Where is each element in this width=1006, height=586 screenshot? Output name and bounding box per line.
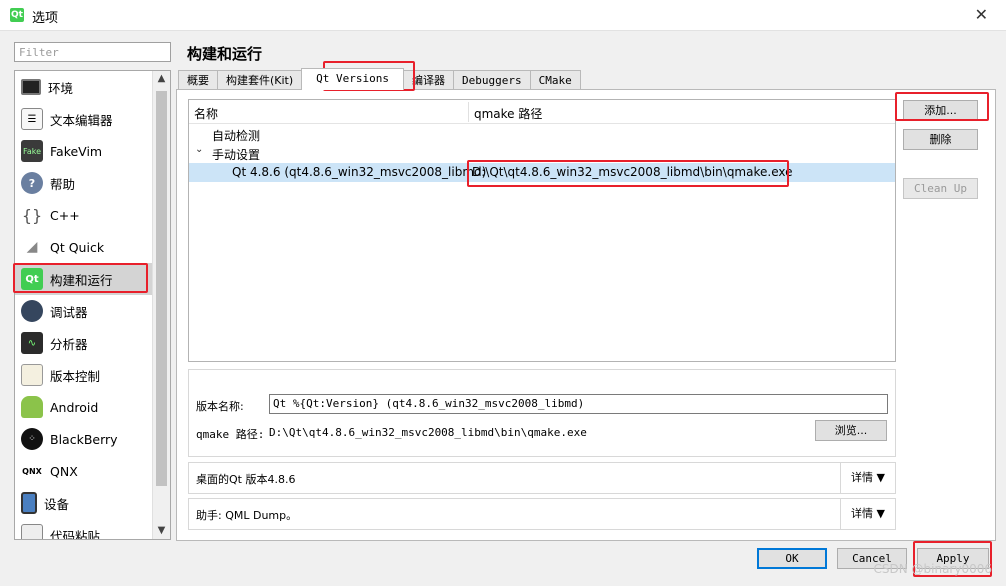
category-label: Qt Quick xyxy=(50,239,105,255)
tree-group-label: 自动检测 xyxy=(212,129,261,143)
category-label: 帮助 xyxy=(50,176,76,192)
category-item-build-run[interactable]: Qt 构建和运行 xyxy=(15,263,152,295)
category-item-code-paste[interactable]: 代码粘贴 xyxy=(15,519,152,540)
window-title: 选项 xyxy=(32,11,59,26)
category-label: BlackBerry xyxy=(50,431,118,447)
tree-header: 名称 qmake 路径 xyxy=(189,100,895,124)
qt-versions-tree[interactable]: 名称 qmake 路径 自动检测 ⌄ 手动设置 Qt 4.8.6 (qt4.8.… xyxy=(188,99,896,362)
category-item-devices[interactable]: 设备 xyxy=(15,487,152,519)
details-expand-button[interactable]: 详情 ▼ xyxy=(840,499,895,529)
build-run-icon: Qt xyxy=(21,268,43,290)
qmake-path-value: D:\Qt\qt4.8.6_win32_msvc2008_libmd\bin\q… xyxy=(269,426,587,439)
category-label: 文本编辑器 xyxy=(50,112,113,128)
category-item-analyzer[interactable]: ∿ 分析器 xyxy=(15,327,152,359)
category-item-debugger[interactable]: 调试器 xyxy=(15,295,152,327)
tree-row-qt-version[interactable]: Qt 4.8.6 (qt4.8.6_win32_msvc2008_libmd) … xyxy=(189,163,895,182)
page-title: 构建和运行 xyxy=(187,45,263,63)
category-item-text-editor[interactable]: ☰ 文本编辑器 xyxy=(15,103,152,135)
android-icon xyxy=(21,396,43,418)
category-item-qnx[interactable]: QNX QNX xyxy=(15,455,152,487)
filter-input[interactable] xyxy=(14,42,171,62)
detail-row-text: 助手: QML Dump。 xyxy=(196,509,298,522)
qmake-path-label: qmake 路径: xyxy=(196,428,265,441)
tab-overview[interactable]: 概要 xyxy=(178,70,218,90)
category-item-environment[interactable]: 环境 xyxy=(15,71,152,103)
category-item-android[interactable]: Android xyxy=(15,391,152,423)
category-label: 代码粘贴 xyxy=(50,528,101,540)
tab-cmake[interactable]: CMake xyxy=(529,70,581,90)
debugger-icon xyxy=(21,300,43,322)
braces-icon: {} xyxy=(21,205,43,225)
column-separator xyxy=(468,102,469,122)
category-item-version-control[interactable]: 版本控制 xyxy=(15,359,152,391)
detail-row-qml-dump: 助手: QML Dump。 详情 ▼ xyxy=(188,498,896,530)
detail-row-desktop-qt: 桌面的Qt 版本4.8.6 详情 ▼ xyxy=(188,462,896,494)
watermark: CSDN @binary0006 xyxy=(873,562,992,576)
category-list: 环境 ☰ 文本编辑器 Fake FakeVim ? 帮助 {} C++ ◢ Qt… xyxy=(14,70,171,540)
browse-button[interactable]: 浏览... xyxy=(815,420,887,441)
category-item-blackberry[interactable]: ⁘ BlackBerry xyxy=(15,423,152,455)
version-control-icon xyxy=(21,364,43,386)
tab-bar: 概要 构建套件(Kit) Qt Versions 编译器 Debuggers C… xyxy=(178,68,581,90)
fakevim-icon: Fake xyxy=(21,140,43,162)
version-name-input[interactable]: Qt %{Qt:Version} (qt4.8.6_win32_msvc2008… xyxy=(269,394,888,414)
device-icon xyxy=(21,492,37,514)
tab-qt-versions[interactable]: Qt Versions xyxy=(301,68,405,90)
qnx-icon: QNX xyxy=(22,466,42,476)
scrollbar-thumb[interactable] xyxy=(156,91,167,486)
details-expand-button[interactable]: 详情 ▼ xyxy=(840,463,895,493)
tab-kits[interactable]: 构建套件(Kit) xyxy=(217,70,303,90)
qt-version-qmake-path: D:\Qt\qt4.8.6_win32_msvc2008_libmd\bin\q… xyxy=(472,165,793,179)
blackberry-icon: ⁘ xyxy=(21,428,43,450)
tab-compilers[interactable]: 编译器 xyxy=(403,70,455,90)
version-details-group: 版本名称: Qt %{Qt:Version} (qt4.8.6_win32_ms… xyxy=(188,369,896,457)
add-button[interactable]: 添加... xyxy=(903,100,978,121)
category-item-qt-quick[interactable]: ◢ Qt Quick xyxy=(15,231,152,263)
category-item-fakevim[interactable]: Fake FakeVim xyxy=(15,135,152,167)
category-label: C++ xyxy=(50,207,80,223)
code-paste-icon xyxy=(21,524,43,539)
category-item-help[interactable]: ? 帮助 xyxy=(15,167,152,199)
tree-row-manual[interactable]: ⌄ 手动设置 xyxy=(189,144,895,163)
version-name-label: 版本名称: xyxy=(196,400,244,413)
title-bar: Qt 选项 ✕ xyxy=(0,0,1006,31)
category-scrollbar[interactable]: ▲ ▼ xyxy=(152,71,170,539)
close-icon[interactable]: ✕ xyxy=(975,5,988,24)
qt-version-name: Qt 4.8.6 (qt4.8.6_win32_msvc2008_libmd) xyxy=(232,165,487,179)
category-label: 分析器 xyxy=(50,336,88,352)
tree-row-auto-detected[interactable]: 自动检测 xyxy=(189,125,895,144)
category-label: 设备 xyxy=(44,496,70,512)
analyzer-icon: ∿ xyxy=(21,332,43,354)
remove-button[interactable]: 删除 xyxy=(903,129,978,150)
category-label: 构建和运行 xyxy=(50,272,113,288)
monitor-icon xyxy=(21,79,41,95)
scroll-up-icon[interactable]: ▲ xyxy=(153,71,170,87)
tree-group-label: 手动设置 xyxy=(212,148,261,162)
column-header-qmake-path[interactable]: qmake 路径 xyxy=(474,105,542,122)
tab-debuggers[interactable]: Debuggers xyxy=(453,70,531,90)
clean-up-button[interactable]: Clean Up xyxy=(903,178,978,199)
category-item-cpp[interactable]: {} C++ xyxy=(15,199,152,231)
detail-row-text: 桌面的Qt 版本4.8.6 xyxy=(196,473,296,486)
category-label: Android xyxy=(50,399,99,415)
chevron-down-icon[interactable]: ⌄ xyxy=(195,144,203,155)
ok-button[interactable]: OK xyxy=(757,548,827,569)
text-editor-icon: ☰ xyxy=(21,108,43,130)
category-label: 版本控制 xyxy=(50,368,101,384)
paper-plane-icon: ◢ xyxy=(26,239,38,255)
category-label: 环境 xyxy=(48,80,74,96)
category-label: QNX xyxy=(50,463,78,479)
column-header-name[interactable]: 名称 xyxy=(194,105,218,122)
category-label: 调试器 xyxy=(50,304,88,320)
qt-app-icon: Qt xyxy=(10,8,24,22)
category-label: FakeVim xyxy=(50,143,103,159)
help-icon: ? xyxy=(21,172,43,194)
scroll-down-icon[interactable]: ▼ xyxy=(153,523,170,539)
